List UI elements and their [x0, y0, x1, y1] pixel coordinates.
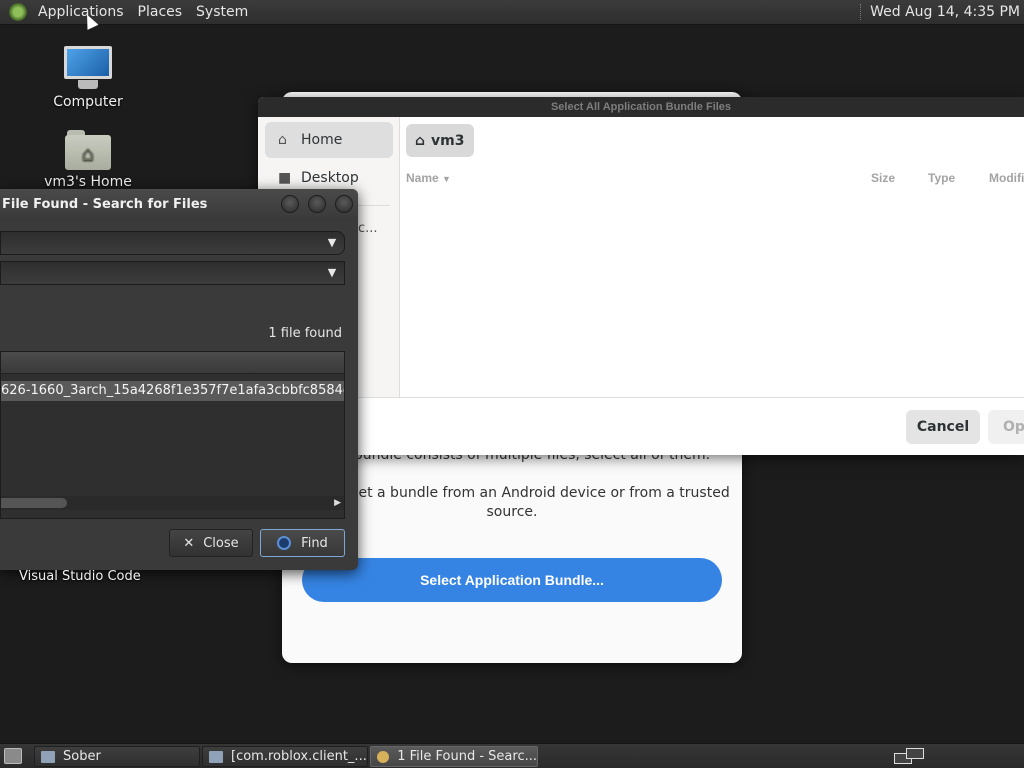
horizontal-scrollbar[interactable]: ▶ [1, 496, 344, 510]
menu-places[interactable]: Places [131, 0, 190, 25]
path-label: vm3 [431, 132, 465, 149]
find-button-label: Find [301, 535, 328, 551]
sort-down-icon: ▼ [442, 174, 451, 184]
search-icon [377, 750, 390, 763]
look-in-folder-combo[interactable]: ▼ [0, 261, 345, 285]
column-name[interactable]: Name ▼ [406, 171, 451, 185]
bottom-panel: Sober [com.roblox.client_... 1 File Foun… [0, 743, 1024, 768]
find-button[interactable]: Find [260, 529, 345, 557]
panel-separator [860, 4, 862, 20]
window-icon [41, 750, 55, 763]
home-folder-icon: ⌂ [65, 130, 111, 170]
name-contains-combo[interactable]: ▼ [0, 231, 345, 255]
taskbar-item-label: [com.roblox.client_... [231, 749, 367, 764]
select-application-bundle-button[interactable]: Select Application Bundle... [302, 558, 722, 602]
column-name-label: Name [406, 171, 439, 185]
menu-system[interactable]: System [189, 0, 255, 25]
close-button-label: Close [203, 535, 239, 551]
scrollbar-thumb[interactable] [1, 498, 67, 508]
column-type[interactable]: Type [928, 171, 955, 185]
sidebar-item-label: Home [301, 132, 343, 148]
menu-applications[interactable]: Applications [31, 0, 131, 25]
search-for-files-window: File Found - Search for Files ▼ ▼ 1 file… [0, 189, 358, 570]
close-icon: ✕ [183, 535, 195, 551]
cancel-button[interactable]: Cancel [906, 410, 980, 444]
open-button[interactable]: Ope [988, 410, 1024, 444]
sidebar-item-home[interactable]: ⌂ Home [265, 122, 393, 158]
show-desktop-icon[interactable] [4, 748, 22, 764]
file-chooser-dialog: Select All Application Bundle Files ⌂ Ho… [258, 97, 1024, 455]
close-icon[interactable] [335, 195, 353, 213]
terminal-icon [209, 750, 223, 763]
chevron-down-icon[interactable]: ▼ [322, 264, 342, 282]
results-header[interactable] [1, 352, 344, 374]
search-window-title[interactable]: File Found - Search for Files [0, 189, 358, 221]
chevron-down-icon[interactable]: ▼ [322, 234, 342, 252]
maximize-icon[interactable] [308, 195, 326, 213]
column-size[interactable]: Size [871, 171, 895, 185]
network-icon[interactable] [894, 748, 926, 764]
computer-icon [64, 46, 112, 90]
minimize-icon[interactable] [281, 195, 299, 213]
path-bar-home-button[interactable]: ⌂ vm3 [406, 124, 474, 157]
search-icon [277, 536, 292, 550]
taskbar-item-roblox[interactable]: [com.roblox.client_... [202, 746, 368, 767]
results-count: 1 file found [268, 326, 342, 341]
file-chooser-footer: Cancel Ope [258, 397, 1024, 455]
desktop-icon-label: Computer [53, 94, 123, 110]
close-button[interactable]: ✕ Close [169, 529, 253, 557]
desktop-icon-computer[interactable]: Computer [28, 46, 148, 110]
home-icon: ⌂ [415, 132, 426, 149]
taskbar-item-label: 1 File Found - Searc... [397, 749, 537, 764]
taskbar-item-sober[interactable]: Sober [34, 746, 200, 767]
sober-instructions-line2: n get a bundle from an Android device or… [336, 485, 730, 501]
results-list[interactable]: 626-1660_3arch_15a4268f1e357f7e1afa3cbbf… [0, 351, 345, 519]
top-panel: Applications Places System Wed Aug 14, 4… [0, 0, 1024, 25]
file-chooser-title[interactable]: Select All Application Bundle Files [258, 97, 1024, 117]
distro-logo-icon[interactable] [9, 3, 27, 21]
folder-icon: ■ [278, 170, 292, 186]
taskbar-item-search[interactable]: 1 File Found - Searc... [370, 746, 538, 767]
clock[interactable]: Wed Aug 14, 4:35 PM [870, 4, 1024, 20]
home-icon: ⌂ [278, 132, 287, 148]
list-item[interactable]: 626-1660_3arch_15a4268f1e357f7e1afa3cbbf… [1, 381, 344, 401]
desktop-icon-label: vm3's Home [44, 174, 132, 190]
chevron-right-icon[interactable]: ▶ [334, 496, 341, 510]
sidebar-item-label: Desktop [301, 170, 359, 186]
desktop-icon-home[interactable]: ⌂ vm3's Home [28, 130, 148, 190]
sidebar-item-truncated[interactable]: c... [358, 221, 378, 236]
column-modified[interactable]: Modifi [989, 171, 1024, 185]
desktop-icon-vscode-label[interactable]: Visual Studio Code [19, 569, 141, 584]
taskbar-item-label: Sober [63, 749, 101, 764]
